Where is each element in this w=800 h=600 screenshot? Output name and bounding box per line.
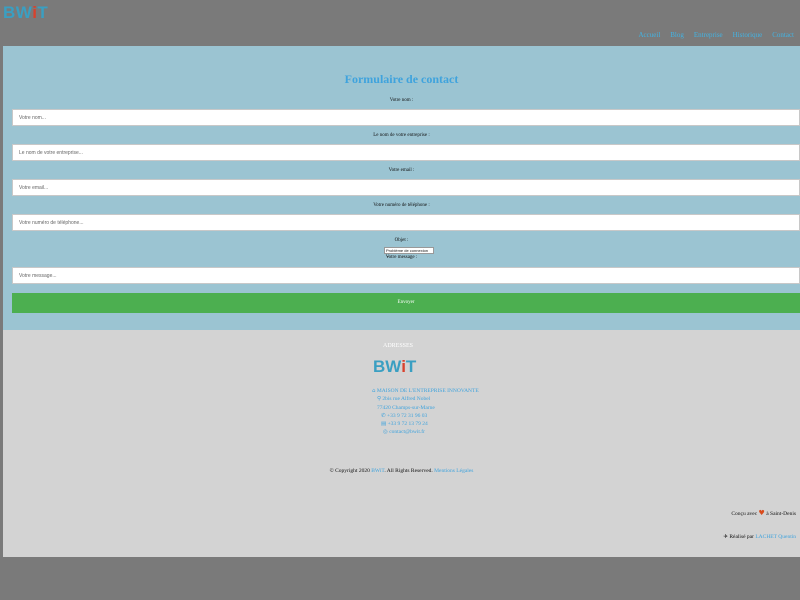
logo-letter-t: T: [37, 3, 49, 22]
city: 77420 Champs-sur-Marne: [377, 404, 435, 411]
address-block: ⌂ MAISON DE L'ENTREPRISE INNOVANTE ⚲ 2bi…: [372, 387, 479, 437]
phone-input[interactable]: [12, 214, 800, 231]
org-name: MAISON DE L'ENTREPRISE INNOVANTE: [376, 388, 479, 394]
brand-logo[interactable]: BWiT: [3, 3, 48, 23]
made-with-prefix: Conçu avec: [731, 511, 758, 517]
nav-entreprise[interactable]: Entreprise: [694, 31, 723, 39]
home-icon: ⌂: [372, 388, 376, 394]
map-pin-icon: ⚲: [377, 396, 382, 403]
footer-logo-letter-b: B: [373, 357, 386, 376]
name-label: Votre nom :: [389, 98, 414, 103]
email-address[interactable]: contact@bwit.fr: [389, 429, 425, 435]
submit-button[interactable]: Envoyer: [12, 293, 800, 313]
address-title: ADRESSES: [383, 343, 414, 349]
top-bar: BWiT Accueil Blog Entreprise Historique …: [0, 0, 800, 46]
made-with: Conçu avec ♥ à Saint-Denis: [731, 509, 796, 517]
street: 2bis rue Alfred Nobel: [382, 396, 431, 403]
nav-historique[interactable]: Historique: [733, 31, 763, 39]
message-input[interactable]: [12, 267, 800, 284]
email-icon: ◎: [383, 429, 388, 436]
email-input[interactable]: [12, 179, 800, 196]
footer: ADRESSES BWiT ⌂ MAISON DE L'ENTREPRISE I…: [3, 330, 800, 557]
company-label: Le nom de votre entreprise :: [373, 133, 430, 138]
legal-notice-link[interactable]: Mentions Légales: [434, 468, 473, 474]
object-select[interactable]: Problème de connexion ⌄: [384, 247, 434, 258]
heart-icon: ♥: [758, 509, 765, 517]
phone-number[interactable]: +33 9 72 31 96 03: [387, 413, 427, 419]
phone-label: Votre numéro de téléphone :: [373, 203, 430, 208]
footer-logo[interactable]: BWiT: [373, 357, 416, 377]
logo-letter-w: W: [15, 3, 33, 22]
copyright-suffix: . All Rights Reserved.: [384, 468, 433, 474]
email-label: Votre email :: [388, 168, 415, 173]
nav-contact[interactable]: Contact: [772, 31, 794, 39]
fax-icon: ▤: [381, 421, 387, 428]
made-with-suffix: à Saint-Denis: [766, 511, 796, 517]
company-input[interactable]: [12, 144, 800, 161]
object-select-value: Problème de connexion: [386, 248, 429, 253]
copyright-brand-link[interactable]: BWiT: [371, 468, 384, 474]
realised-prefix: Réalisé par: [729, 534, 754, 540]
footer-logo-letter-w: W: [385, 357, 402, 376]
copyright: © Copyright 2020 BWiT. All Rights Reserv…: [3, 468, 800, 474]
nav-blog[interactable]: Blog: [670, 31, 684, 39]
rocket-icon: ✈: [723, 534, 728, 540]
phone-icon: ✆: [381, 412, 386, 419]
main-nav: Accueil Blog Entreprise Historique Conta…: [639, 31, 795, 39]
form-title: Formulaire de contact: [344, 72, 459, 86]
author-link[interactable]: LACHET Quentin: [755, 534, 796, 540]
logo-letter-b: B: [3, 3, 16, 22]
footer-logo-letter-t: T: [405, 357, 417, 376]
fax-number: +33 9 72 13 79 24: [387, 421, 428, 428]
contact-form-section: Formulaire de contact Votre nom : Le nom…: [3, 46, 800, 330]
realised-by: ✈ Réalisé par LACHET Quentin: [723, 534, 796, 540]
name-input[interactable]: [12, 109, 800, 126]
object-label: Objet :: [394, 238, 409, 243]
copyright-prefix: © Copyright 2020: [329, 468, 370, 474]
nav-accueil[interactable]: Accueil: [639, 31, 661, 39]
message-label: Votre message :: [385, 255, 418, 260]
